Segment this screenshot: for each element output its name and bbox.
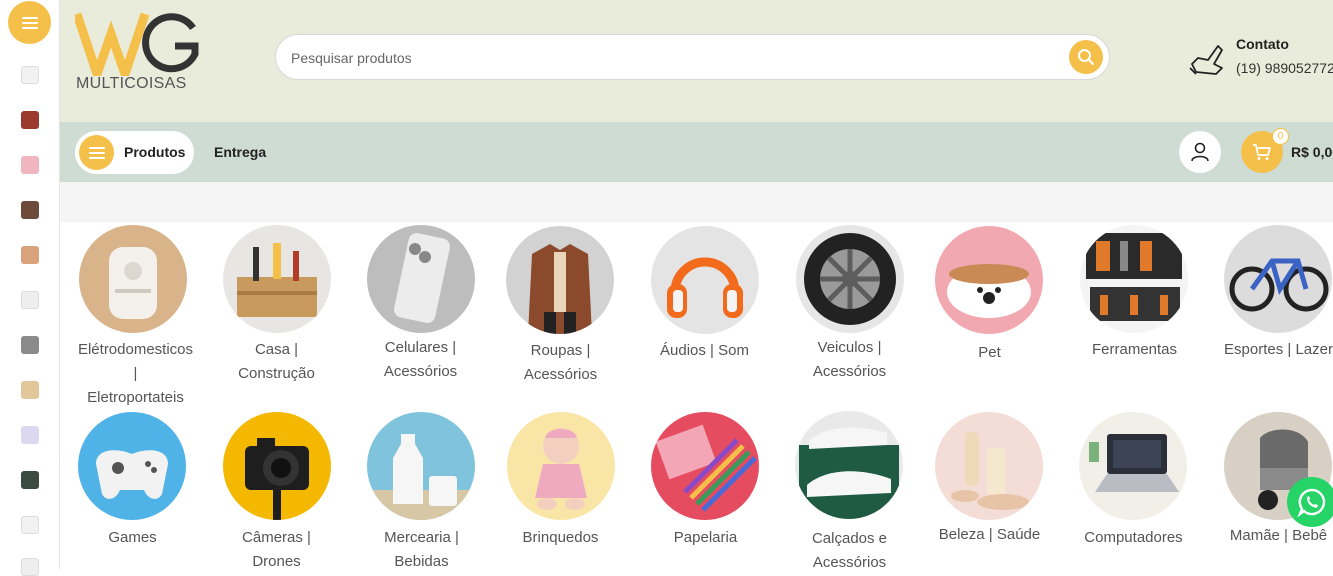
- products-menu-button[interactable]: Produtos: [75, 131, 194, 174]
- rail-category-icon[interactable]: [21, 246, 39, 264]
- category-label-pet[interactable]: Pet: [917, 341, 1062, 365]
- contact-title: Contato: [1236, 36, 1289, 52]
- category-image-brinquedos[interactable]: [507, 412, 615, 520]
- category-label-computadores[interactable]: Computadores: [1061, 526, 1206, 550]
- rail-menu-button[interactable]: [8, 1, 51, 44]
- category-image-roupas[interactable]: [506, 226, 614, 334]
- category-image-mercearia[interactable]: [367, 412, 475, 520]
- category-image-computadores[interactable]: [1079, 412, 1187, 520]
- nav-link-entrega[interactable]: Entrega: [214, 144, 266, 160]
- hamburger-icon: [21, 16, 38, 29]
- category-label-ferramentas[interactable]: Ferramentas: [1062, 338, 1207, 362]
- category-image-beleza[interactable]: [935, 412, 1043, 520]
- rail-category-icon[interactable]: [21, 426, 39, 444]
- nav-bar: Produtos Entrega 0 R$ 0,00: [60, 122, 1333, 182]
- hamburger-icon: [88, 146, 105, 159]
- phone-icon: [1188, 38, 1228, 76]
- rail-category-icon[interactable]: [21, 201, 39, 219]
- rail-category-icon[interactable]: [21, 558, 39, 576]
- category-image-eletrodomesticos[interactable]: [79, 225, 187, 333]
- cart-icon: [1253, 144, 1271, 160]
- rail-category-icon[interactable]: [21, 471, 39, 489]
- category-label-calcados[interactable]: Calçados e Acessórios: [777, 527, 922, 575]
- site-logo[interactable]: MULTICOISAS: [72, 12, 205, 94]
- rail-category-icon[interactable]: [21, 111, 39, 129]
- category-label-mercearia[interactable]: Mercearia | Bebidas: [349, 526, 494, 574]
- category-image-papelaria[interactable]: [651, 412, 759, 520]
- spacer-band: [60, 182, 1333, 222]
- rail-category-icon[interactable]: [21, 156, 39, 174]
- category-image-veiculos[interactable]: [796, 225, 904, 333]
- category-image-calcados[interactable]: [795, 411, 903, 519]
- category-label-eletrodomesticos[interactable]: Elétrodomesticos | Eletroportateis: [63, 338, 208, 410]
- category-label-veiculos[interactable]: Veiculos | Acessórios: [777, 336, 922, 384]
- category-label-papelaria[interactable]: Papelaria: [633, 526, 778, 550]
- account-button[interactable]: [1179, 131, 1221, 173]
- category-image-cameras[interactable]: [223, 412, 331, 520]
- left-rail: [0, 0, 60, 576]
- category-label-roupas[interactable]: Roupas | Acessórios: [488, 339, 633, 387]
- products-label: Produtos: [124, 144, 186, 160]
- category-label-mamae[interactable]: Mamãe | Bebê: [1206, 524, 1333, 548]
- category-image-pet[interactable]: [935, 226, 1043, 334]
- logo-subtitle: MULTICOISAS: [76, 75, 187, 92]
- category-image-celulares[interactable]: [367, 225, 475, 333]
- products-menu-icon: [79, 135, 114, 170]
- whatsapp-icon: [1297, 488, 1326, 518]
- rail-category-icon[interactable]: [21, 381, 39, 399]
- category-label-audios[interactable]: Áudios | Som: [632, 339, 777, 363]
- search-button[interactable]: [1069, 40, 1103, 74]
- cart-total[interactable]: R$ 0,00: [1291, 144, 1333, 160]
- rail-category-icon[interactable]: [21, 291, 39, 309]
- site-header: MULTICOISAS Contato (19) 989052772: [60, 0, 1333, 122]
- category-image-ferramentas[interactable]: [1080, 225, 1188, 333]
- rail-category-icon[interactable]: [21, 336, 39, 354]
- category-label-esportes[interactable]: Esportes | Lazer: [1206, 338, 1333, 362]
- category-label-celulares[interactable]: Celulares | Acessórios: [348, 336, 493, 384]
- cart-count-badge: 0: [1272, 128, 1289, 145]
- category-image-casa[interactable]: [223, 225, 331, 333]
- category-image-audios[interactable]: [651, 226, 759, 334]
- contact-phone[interactable]: (19) 989052772: [1236, 60, 1333, 76]
- category-label-beleza[interactable]: Beleza | Saúde: [917, 523, 1062, 547]
- category-label-casa[interactable]: Casa | Construção: [204, 338, 349, 386]
- category-image-games[interactable]: [78, 412, 186, 520]
- category-image-esportes[interactable]: [1224, 225, 1332, 333]
- search-bar: [275, 34, 1110, 80]
- whatsapp-button[interactable]: [1287, 477, 1333, 527]
- user-icon: [1191, 142, 1209, 162]
- search-icon: [1078, 49, 1094, 65]
- rail-category-icon[interactable]: [21, 516, 39, 534]
- category-label-brinquedos[interactable]: Brinquedos: [488, 526, 633, 550]
- category-label-cameras[interactable]: Câmeras | Drones: [204, 526, 349, 574]
- category-label-games[interactable]: Games: [60, 526, 205, 550]
- search-input[interactable]: [291, 48, 1051, 68]
- rail-category-icon[interactable]: [21, 66, 39, 84]
